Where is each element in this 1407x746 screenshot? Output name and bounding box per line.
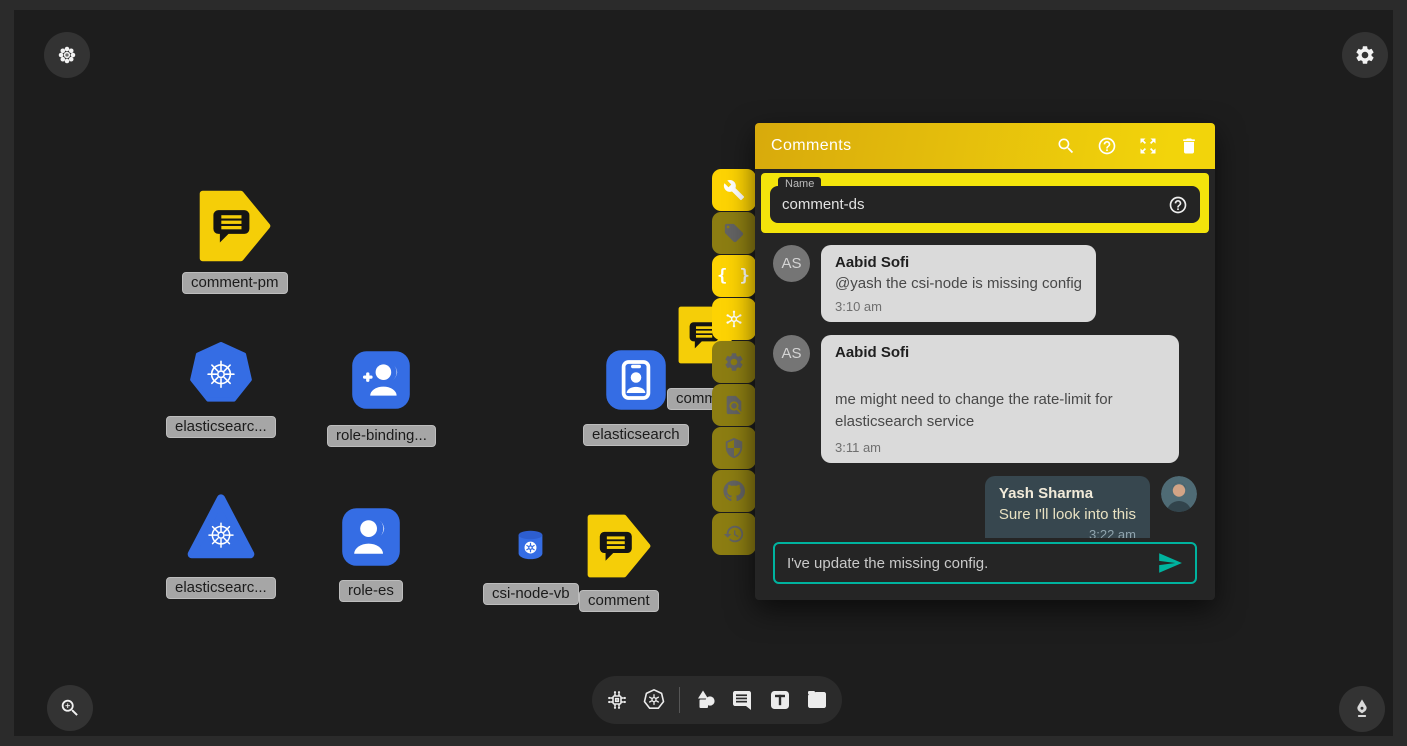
comments-panel-header[interactable]: Comments xyxy=(755,123,1215,169)
field-help-icon[interactable] xyxy=(1168,195,1188,215)
node-role-es[interactable]: role-es xyxy=(339,507,403,602)
design-canvas[interactable]: comment-pm elasticsearc... role-binding.… xyxy=(14,10,1393,736)
avatar: AS xyxy=(773,245,810,282)
search-icon[interactable] xyxy=(1056,136,1076,156)
avatar: AS xyxy=(773,335,810,372)
node-label: csi-node-vb xyxy=(483,583,579,605)
comment-input[interactable] xyxy=(773,542,1197,584)
node-comment-pm[interactable]: comment-pm xyxy=(182,190,288,294)
message-text: Sure I'll look into this xyxy=(999,506,1136,523)
comment-tool-icon[interactable] xyxy=(731,688,755,712)
zoom-button[interactable] xyxy=(47,685,93,731)
message-author: Yash Sharma xyxy=(999,485,1136,502)
toolbar-divider xyxy=(679,687,680,713)
comment-input-field[interactable] xyxy=(787,555,1157,572)
user-photo-icon xyxy=(1161,476,1197,512)
settings-gear-icon xyxy=(1354,44,1376,66)
configure-tool-button[interactable] xyxy=(712,169,756,211)
node-label: elasticsearc... xyxy=(166,416,276,438)
node-label: comment xyxy=(579,590,659,612)
message-bubble: Aabid Sofi me might need to change the r… xyxy=(821,335,1179,463)
text-tool-icon[interactable] xyxy=(768,688,792,712)
help-icon[interactable] xyxy=(1097,136,1117,156)
wrench-icon xyxy=(723,179,745,201)
node-action-toolbar: { } xyxy=(712,169,756,555)
kubernetes-logo-icon[interactable] xyxy=(642,688,666,712)
braces-icon: { } xyxy=(717,266,751,286)
comment-message: AS Aabid Sofi @yash the csi-node is miss… xyxy=(773,245,1197,322)
expand-icon[interactable] xyxy=(1138,136,1158,156)
node-role-binding[interactable]: role-binding... xyxy=(327,350,436,447)
message-bubble: Yash Sharma Sure I'll look into this 3:2… xyxy=(985,476,1150,539)
name-field[interactable]: Name xyxy=(770,186,1200,223)
kubernetes-heptagon-icon xyxy=(190,342,252,404)
github-tool-button[interactable] xyxy=(712,470,756,512)
json-tool-button[interactable]: { } xyxy=(712,255,756,297)
message-time: 3:11 am xyxy=(835,440,1165,455)
name-input[interactable] xyxy=(782,196,1168,213)
hub-icon xyxy=(723,308,745,330)
avatar-photo xyxy=(1161,476,1197,512)
name-field-label: Name xyxy=(778,177,821,192)
node-label: role-es xyxy=(339,580,403,602)
node-label: comment-pm xyxy=(182,272,288,294)
trash-icon[interactable] xyxy=(1179,136,1199,156)
comment-message: Yash Sharma Sure I'll look into this 3:2… xyxy=(773,476,1197,539)
doc-search-icon xyxy=(723,394,745,416)
hub-tool-button[interactable] xyxy=(712,298,756,340)
settings-button[interactable] xyxy=(1342,32,1388,78)
send-icon[interactable] xyxy=(1157,550,1183,576)
app-flower-icon xyxy=(56,44,78,66)
node-elasticsearch-triangle[interactable]: elasticsearc... xyxy=(166,493,276,599)
comment-pentagon-icon xyxy=(587,514,651,578)
message-author: Aabid Sofi xyxy=(835,254,1082,271)
node-label: role-binding... xyxy=(327,425,436,447)
shield-icon xyxy=(723,437,745,459)
panel-title: Comments xyxy=(771,137,852,155)
github-icon xyxy=(723,480,745,502)
name-field-highlight: Name xyxy=(761,173,1209,233)
message-bubble: Aabid Sofi @yash the csi-node is missing… xyxy=(821,245,1096,322)
tag-icon xyxy=(723,222,745,244)
node-elasticsearch-heptagon[interactable]: elasticsearc... xyxy=(166,342,276,438)
shapes-icon[interactable] xyxy=(694,688,718,712)
history-icon xyxy=(723,523,745,545)
gear-icon xyxy=(723,351,745,373)
node-csi-node-vb[interactable]: csi-node-vb xyxy=(483,528,579,605)
user-icon xyxy=(341,507,401,567)
settings-tool-button[interactable] xyxy=(712,341,756,383)
message-author: Aabid Sofi xyxy=(835,344,1165,361)
comments-thread[interactable]: AS Aabid Sofi @yash the csi-node is miss… xyxy=(755,237,1215,538)
shape-dock-toolbar xyxy=(592,676,842,724)
note-tool-icon[interactable] xyxy=(805,688,829,712)
node-comment[interactable]: comment xyxy=(579,514,659,612)
node-label: elasticsearc... xyxy=(166,577,276,599)
node-label: elasticsearch xyxy=(583,424,689,446)
history-tool-button[interactable] xyxy=(712,513,756,555)
id-badge-icon xyxy=(605,349,667,411)
comment-message: AS Aabid Sofi me might need to change th… xyxy=(773,335,1197,463)
circuit-icon[interactable] xyxy=(605,688,629,712)
app-menu-button[interactable] xyxy=(44,32,90,78)
storage-cylinder-icon xyxy=(513,528,548,563)
message-text: me might need to change the rate-limit f… xyxy=(835,389,1165,433)
doc-search-tool-button[interactable] xyxy=(712,384,756,426)
pen-tool-button[interactable] xyxy=(1339,686,1385,732)
tag-tool-button[interactable] xyxy=(712,212,756,254)
security-tool-button[interactable] xyxy=(712,427,756,469)
zoom-in-icon xyxy=(59,697,81,719)
message-time: 3:22 am xyxy=(999,527,1136,539)
user-plus-icon xyxy=(351,350,411,410)
comments-panel: Comments Name AS Aabid Sofi @yash the cs… xyxy=(755,123,1215,600)
message-text: @yash the csi-node is missing config xyxy=(835,275,1082,292)
pen-nib-icon xyxy=(1351,698,1373,720)
kubernetes-triangle-icon xyxy=(187,493,255,561)
comment-pentagon-icon xyxy=(199,190,271,262)
message-time: 3:10 am xyxy=(835,299,1082,314)
